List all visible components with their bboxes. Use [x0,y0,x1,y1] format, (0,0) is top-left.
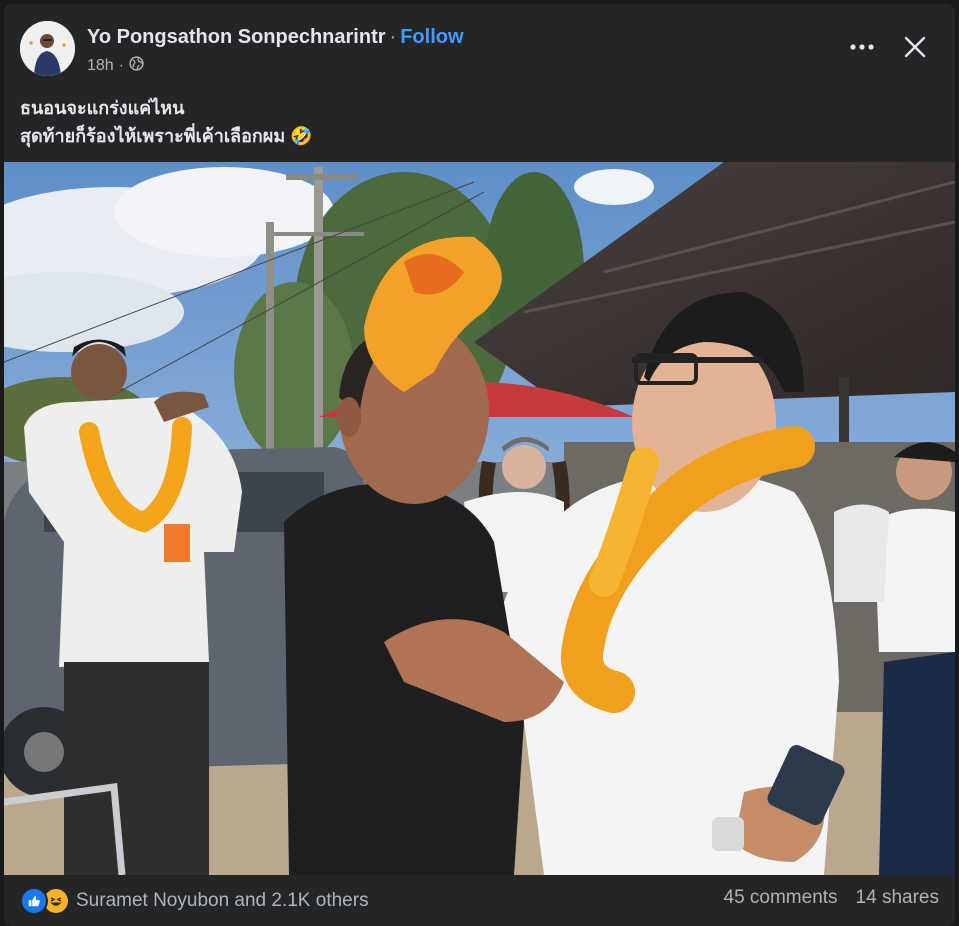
avatar[interactable] [20,21,75,76]
post-header: Yo Pongsathon Sonpechnarintr · Follow 18h … [4,4,955,94]
post-caption: ธนอนจะแกร่งแค่ไหน สุดท้ายก็ร้องไห้เพราะพ… [20,94,313,150]
reaction-names: Suramet Noyubon and 2.1K others [76,890,369,911]
author-name[interactable]: Yo Pongsathon Sonpechnarintr [87,26,386,48]
more-options-button[interactable] [844,29,880,65]
caption-line-2: สุดท้ายก็ร้องไห้เพราะพี่เค้าเลือกผม 🤣 [20,126,313,146]
author-line: Yo Pongsathon Sonpechnarintr · Follow [87,26,464,49]
follow-button[interactable]: Follow [400,26,463,48]
shares-count[interactable]: 14 shares [856,887,939,909]
post-meta: 18h · [87,56,144,76]
reactions-summary[interactable]: Suramet Noyubon and 2.1K others [20,887,369,915]
caption-line-1: ธนอนจะแกร่งแค่ไหน [20,98,185,118]
post-time[interactable]: 18h [87,57,114,75]
post-photo[interactable] [4,162,955,875]
separator-dot: · [389,26,397,48]
post-photo-image [4,162,955,875]
close-button[interactable] [897,29,933,65]
post-footer: Suramet Noyubon and 2.1K others 45 comme… [4,875,955,926]
like-reaction-icon [20,887,48,915]
comments-count[interactable]: 45 comments [724,887,838,909]
close-icon [904,36,926,58]
more-icon [850,44,874,50]
post-card: Yo Pongsathon Sonpechnarintr · Follow 18h … [4,4,955,926]
engagement-counts: 45 comments 14 shares [724,887,940,909]
globe-icon [129,56,144,76]
meta-dot: · [118,57,125,74]
